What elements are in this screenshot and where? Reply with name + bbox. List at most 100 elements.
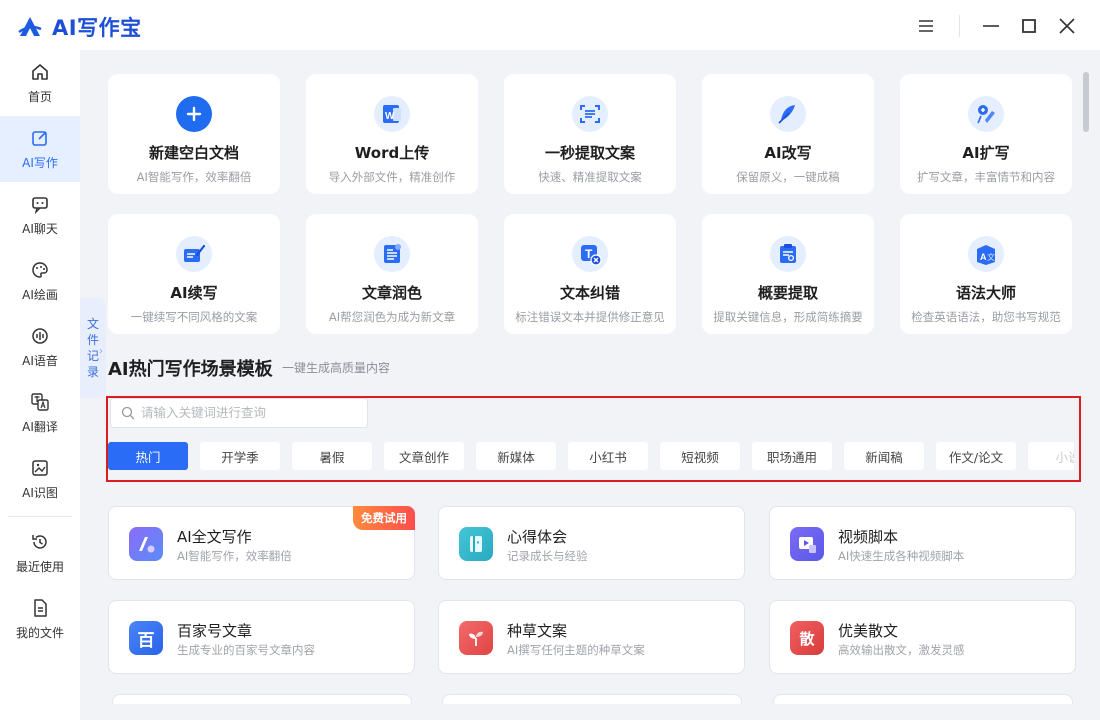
- template-title: 优美散文: [838, 622, 899, 640]
- close-icon: [1059, 18, 1075, 34]
- scan-icon: [572, 96, 608, 132]
- minimize-button[interactable]: [972, 10, 1010, 42]
- feature-subtitle: 保留原义，一键成稿: [736, 170, 840, 184]
- section-title: AI热门写作场景模板: [108, 359, 273, 380]
- feature-title: 一秒提取文案: [544, 144, 635, 162]
- app-title: AI写作宝: [52, 16, 142, 40]
- voice-icon: [32, 327, 48, 344]
- sidebar-item-recent[interactable]: 最近使用: [0, 520, 80, 586]
- feature-subtitle: 检查英语语法，助您书写规范: [911, 310, 1061, 324]
- tab-workplace[interactable]: 职场通用: [752, 442, 832, 470]
- sidebar-item-ai-painting[interactable]: AI绘画: [0, 248, 80, 314]
- sidebar-item-label: AI语音: [22, 353, 58, 368]
- sidebar-item-label: AI写作: [22, 155, 58, 170]
- feature-subtitle: AI帮您润色为成为新文章: [328, 310, 456, 324]
- template-title: AI全文写作: [177, 528, 252, 546]
- palette-icon: [32, 261, 48, 278]
- template-card-product-promo[interactable]: 种草文案 AI撰写任何主题的种草文案: [438, 600, 745, 674]
- history-icon: [32, 534, 47, 549]
- sidebar-item-label: 最近使用: [15, 559, 64, 574]
- feature-subtitle: AI智能写作，效率翻倍: [136, 170, 252, 184]
- feature-card-ai-continue[interactable]: AI续写 一键续写不同风格的文案: [108, 214, 280, 334]
- scrollbar-thumb[interactable]: [1083, 72, 1089, 132]
- feature-title: 新建空白文档: [148, 144, 239, 162]
- sidebar-item-label: AI聊天: [22, 221, 58, 236]
- category-tabs: 热门 开学季 暑假 文章创作 新媒体 小红书 短视频 职场通用 新闻稿 作文/论…: [108, 442, 1074, 470]
- template-card-partial[interactable]: [112, 694, 412, 704]
- sidebar-item-ai-translate[interactable]: AI翻译: [0, 380, 80, 446]
- template-search-box[interactable]: [110, 398, 368, 428]
- template-subtitle: 生成专业的百家号文章内容: [177, 643, 315, 657]
- feature-card-polish[interactable]: 文章润色 AI帮您润色为成为新文章: [306, 214, 478, 334]
- correct-icon: T: [572, 236, 608, 272]
- feature-subtitle: 一键续写不同风格的文案: [130, 310, 258, 324]
- summary-icon: [770, 236, 806, 272]
- feature-card-text-correction[interactable]: T 文本纠错 标注错误文本并提供修正意见: [504, 214, 676, 334]
- tab-short-video[interactable]: 短视频: [660, 442, 740, 470]
- sidebar-item-home[interactable]: 首页: [0, 50, 80, 116]
- template-card-ai-full-writing[interactable]: AI全文写作 AI智能写作，效率翻倍 免费试用: [108, 506, 415, 580]
- file-record-tab[interactable]: 文 件 记 录 ›: [80, 298, 106, 398]
- feature-title: AI续写: [170, 284, 218, 302]
- plus-icon: [176, 96, 212, 132]
- tab-press-release[interactable]: 新闻稿: [844, 442, 924, 470]
- template-title: 种草文案: [507, 622, 568, 640]
- word-icon: W: [374, 96, 410, 132]
- tab-xiaohongshu[interactable]: 小红书: [568, 442, 648, 470]
- tab-article-creation[interactable]: 文章创作: [384, 442, 464, 470]
- sidebar-item-ai-image-recognition[interactable]: AI识图: [0, 446, 80, 512]
- baijiahao-icon: 百: [129, 621, 163, 655]
- feature-card-new-blank-doc[interactable]: 新建空白文档 AI智能写作，效率翻倍: [108, 74, 280, 194]
- tab-back-to-school[interactable]: 开学季: [200, 442, 280, 470]
- template-subtitle: AI撰写任何主题的种草文案: [507, 643, 645, 657]
- tab-summer-vacation[interactable]: 暑假: [292, 442, 372, 470]
- svg-text:A: A: [980, 252, 987, 262]
- template-search-input[interactable]: [141, 406, 361, 420]
- feature-card-extract-text[interactable]: 一秒提取文案 快速、精准提取文案: [504, 74, 676, 194]
- tab-hot[interactable]: 热门: [108, 442, 188, 470]
- sidebar-item-ai-voice[interactable]: AI语音: [0, 314, 80, 380]
- template-card-partial[interactable]: [442, 694, 742, 704]
- feature-title: AI改写: [764, 144, 812, 162]
- sidebar-item-label: AI识图: [22, 485, 58, 500]
- feature-card-ai-rewrite[interactable]: AI改写 保留原义，一键成稿: [702, 74, 874, 194]
- logo-icon: [18, 17, 42, 36]
- sidebar-item-ai-chat[interactable]: AI聊天: [0, 182, 80, 248]
- maximize-button[interactable]: [1010, 10, 1048, 42]
- feature-subtitle: 快速、精准提取文案: [538, 170, 642, 184]
- maximize-icon: [1022, 19, 1036, 33]
- template-card-partial[interactable]: [773, 694, 1073, 704]
- feature-card-word-upload[interactable]: W Word上传 导入外部文件，精准创作: [306, 74, 478, 194]
- feature-card-ai-expand[interactable]: AI扩写 扩写文章，丰富情节和内容: [900, 74, 1072, 194]
- feature-card-summary[interactable]: 概要提取 提取关键信息，形成简练摘要: [702, 214, 874, 334]
- template-title: 心得体会: [507, 528, 568, 546]
- tab-essay-paper[interactable]: 作文/论文: [936, 442, 1016, 470]
- template-card-reflection[interactable]: 心得体会 记录成长与经验: [438, 506, 745, 580]
- video-script-icon: [790, 527, 824, 561]
- template-card-prose[interactable]: 散 优美散文 高效输出散文，激发灵感: [769, 600, 1076, 674]
- file-record-char: 件: [86, 333, 99, 347]
- feature-title: 文章润色: [361, 284, 422, 302]
- sidebar-item-ai-writing[interactable]: AI写作: [0, 116, 80, 182]
- home-icon: [32, 63, 48, 80]
- sidebar-item-my-files[interactable]: 我的文件: [0, 586, 80, 652]
- chat-icon: [32, 196, 48, 214]
- template-card-baijiahao[interactable]: 百 百家号文章 生成专业的百家号文章内容: [108, 600, 415, 674]
- feature-card-grammar[interactable]: A文 语法大师 检查英语语法，助您书写规范: [900, 214, 1072, 334]
- menu-button[interactable]: [907, 10, 945, 42]
- template-card-video-script[interactable]: 视频脚本 AI快速生成各种视频脚本: [769, 506, 1076, 580]
- translate-icon: [31, 392, 49, 411]
- feature-subtitle: 导入外部文件，精准创作: [328, 170, 456, 184]
- polish-icon: [374, 236, 410, 272]
- close-button[interactable]: [1048, 10, 1086, 42]
- tab-new-media[interactable]: 新媒体: [476, 442, 556, 470]
- template-title: 视频脚本: [838, 528, 899, 546]
- template-subtitle: AI快速生成各种视频脚本: [838, 549, 965, 563]
- tab-novel[interactable]: 小说: [1028, 442, 1074, 470]
- chevron-right-icon: ›: [99, 346, 103, 357]
- sprout-icon: [459, 621, 493, 655]
- search-icon: [121, 406, 135, 420]
- grammar-icon: A文: [968, 236, 1004, 272]
- file-icon: [34, 598, 47, 617]
- template-subtitle: AI智能写作，效率翻倍: [177, 549, 292, 563]
